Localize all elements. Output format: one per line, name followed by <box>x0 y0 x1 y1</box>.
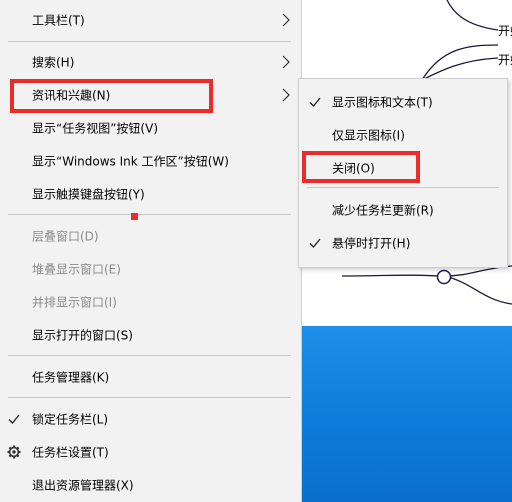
submenu-item-show-icon-only[interactable]: 仅显示图标(I) <box>299 119 507 151</box>
submenu-item-open-on-hover[interactable]: 悬停时打开(H) <box>299 227 507 259</box>
mindmap-node-label: 开始 <box>498 53 512 67</box>
menu-item-lock-taskbar[interactable]: 锁定任务栏(L) <box>0 403 300 435</box>
gear-icon <box>7 445 21 459</box>
menu-item-label: 工具栏(T) <box>32 13 85 28</box>
menu-separator <box>307 187 499 188</box>
checkmark-icon <box>8 414 20 424</box>
menu-item-label: 并排显示窗口(I) <box>32 295 117 310</box>
menu-item-label: 退出资源管理器(X) <box>32 478 134 493</box>
menu-item-side-by-side[interactable]: 并排显示窗口(I) <box>0 286 300 318</box>
menu-item-toolbars[interactable]: 工具栏(T) <box>0 4 300 36</box>
submenu-item-label: 悬停时打开(H) <box>332 236 411 251</box>
submenu-item-label: 关闭(O) <box>332 161 375 176</box>
menu-item-news-interests[interactable]: 资讯和兴趣(N) <box>0 79 300 111</box>
chevron-right-icon <box>282 13 290 27</box>
menu-item-exit-explorer[interactable]: 退出资源管理器(X) <box>0 469 300 501</box>
menu-separator <box>8 355 291 356</box>
menu-item-label: 锁定任务栏(L) <box>32 412 109 427</box>
taskbar-context-menu: 工具栏(T) 搜索(H) 资讯和兴趣(N) 显示“任务视图”按钮(V) 显示“W… <box>0 0 302 502</box>
menu-item-show-open-windows[interactable]: 显示打开的窗口(S) <box>0 319 300 351</box>
submenu-item-reduce-updates[interactable]: 减少任务栏更新(R) <box>299 194 507 226</box>
menu-item-show-touch-keyboard[interactable]: 显示触摸键盘按钮(Y) <box>0 178 300 210</box>
menu-item-cascade[interactable]: 层叠窗口(D) <box>0 220 300 252</box>
submenu-item-show-icon-text[interactable]: 显示图标和文本(T) <box>299 86 507 118</box>
menu-item-label: 堆叠显示窗口(E) <box>32 262 121 277</box>
submenu-item-close[interactable]: 关闭(O) <box>299 152 507 184</box>
menu-item-label: 资讯和兴趣(N) <box>32 88 111 103</box>
chevron-right-icon <box>282 55 290 69</box>
menu-item-label: 显示打开的窗口(S) <box>32 328 133 343</box>
menu-separator <box>8 214 291 215</box>
menu-item-label: 任务管理器(K) <box>32 370 110 385</box>
menu-item-label: 任务栏设置(T) <box>32 445 109 460</box>
menu-item-show-task-view[interactable]: 显示“任务视图”按钮(V) <box>0 112 300 144</box>
menu-item-label: 显示“任务视图”按钮(V) <box>32 121 159 136</box>
highlight-marker <box>131 213 138 220</box>
menu-item-stacked[interactable]: 堆叠显示窗口(E) <box>0 253 300 285</box>
menu-item-task-manager[interactable]: 任务管理器(K) <box>0 361 300 393</box>
menu-separator <box>8 41 291 42</box>
menu-item-search[interactable]: 搜索(H) <box>0 46 300 78</box>
menu-item-show-ink-workspace[interactable]: 显示“Windows Ink 工作区”按钮(W) <box>0 145 300 177</box>
menu-item-label: 搜索(H) <box>32 55 75 70</box>
menu-item-label: 显示“Windows Ink 工作区”按钮(W) <box>32 154 229 169</box>
checkmark-icon <box>309 97 321 107</box>
submenu-item-label: 仅显示图标(I) <box>332 128 405 143</box>
submenu-item-label: 显示图标和文本(T) <box>332 95 433 110</box>
checkmark-icon <box>309 238 321 248</box>
menu-item-label: 显示触摸键盘按钮(Y) <box>32 187 145 202</box>
desktop-background <box>302 326 512 502</box>
mindmap-node-label: 开始 <box>498 24 512 38</box>
menu-item-taskbar-settings[interactable]: 任务栏设置(T) <box>0 436 300 468</box>
menu-separator <box>8 397 291 398</box>
menu-item-label: 层叠窗口(D) <box>32 229 99 244</box>
submenu-item-label: 减少任务栏更新(R) <box>332 203 434 218</box>
chevron-right-icon <box>282 88 290 102</box>
news-interests-submenu: 显示图标和文本(T) 仅显示图标(I) 关闭(O) 减少任务栏更新(R) 悬停时… <box>298 78 508 268</box>
